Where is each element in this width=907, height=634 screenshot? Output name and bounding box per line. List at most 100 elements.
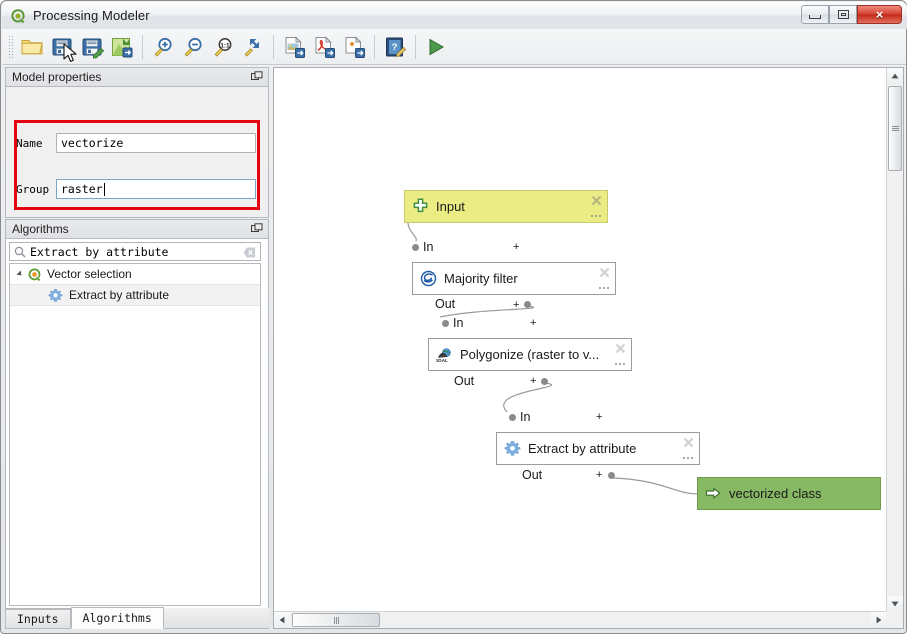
- scroll-grip-icon: [891, 126, 899, 131]
- model-canvas[interactable]: Input In + Majority filter Out + In + DA…: [274, 68, 887, 612]
- zoom-full-button[interactable]: [238, 32, 268, 62]
- port-out-expander-polygonize[interactable]: +: [530, 376, 536, 387]
- menu-dots-icon[interactable]: [682, 456, 694, 460]
- model-node-extract-by-attribute[interactable]: Extract by attribute: [496, 432, 700, 465]
- port-in-label: In: [520, 410, 531, 424]
- model-node-extract-by-attribute-label: Extract by attribute: [528, 441, 637, 456]
- toolbar-drag-handle[interactable]: [8, 34, 14, 59]
- port-in-expander-extract-by-attribute[interactable]: +: [596, 412, 602, 423]
- model-node-majority-filter-label: Majority filter: [444, 271, 518, 286]
- output-arrow-icon: [705, 485, 722, 502]
- zoom-full-icon: [244, 38, 259, 57]
- help-button[interactable]: ?: [380, 32, 410, 62]
- close-icon[interactable]: [683, 437, 694, 448]
- close-icon[interactable]: [591, 195, 602, 206]
- export-image-button[interactable]: [279, 32, 309, 62]
- model-group-row: Group raster: [16, 179, 256, 199]
- algorithms-panel-header: Algorithms: [5, 219, 269, 238]
- algorithms-tree[interactable]: Vector selection Extract by attribute: [9, 263, 261, 606]
- maximize-button[interactable]: [829, 5, 857, 24]
- qgis-provider-icon: [27, 267, 42, 282]
- model-node-majority-filter[interactable]: Majority filter: [412, 262, 616, 295]
- save-model-button[interactable]: [47, 32, 77, 62]
- zoom-out-icon: [184, 37, 202, 57]
- toolbar-separator-1: [142, 34, 143, 59]
- model-group-input[interactable]: raster: [56, 179, 256, 199]
- clear-icon[interactable]: [243, 246, 256, 262]
- port-out-expander-majority-filter[interactable]: +: [513, 300, 519, 311]
- menu-dots-icon[interactable]: [614, 362, 626, 366]
- save-icon: [52, 38, 72, 55]
- scroll-down-arrow[interactable]: [887, 596, 903, 612]
- export-pdf-button[interactable]: [309, 32, 339, 62]
- edit-model-help-button[interactable]: [107, 32, 137, 62]
- save-model-as-button[interactable]: [77, 32, 107, 62]
- plus-icon: +: [513, 299, 520, 311]
- port-out-label: Out: [454, 374, 475, 388]
- tree-item-extract-by-attribute[interactable]: Extract by attribute: [10, 284, 260, 306]
- vertical-scrollbar[interactable]: [886, 68, 903, 612]
- help-book-icon: ?: [386, 37, 407, 57]
- horizontal-scrollbar[interactable]: [274, 611, 887, 628]
- port-out-extract-by-attribute[interactable]: Out: [522, 468, 542, 482]
- port-out-majority-filter[interactable]: Out: [435, 297, 455, 311]
- horizontal-scroll-thumb[interactable]: [292, 613, 380, 627]
- undock-icon[interactable]: [251, 71, 263, 83]
- model-node-vectorized-class-label: vectorized class: [729, 486, 822, 501]
- port-dot-icon: [412, 243, 419, 251]
- model-node-vectorized-class[interactable]: vectorized class: [697, 477, 881, 510]
- port-dot-icon: [442, 319, 449, 327]
- run-play-icon: [429, 38, 445, 55]
- port-dot-icon: [524, 301, 531, 308]
- open-model-button[interactable]: [17, 32, 47, 62]
- model-node-input[interactable]: Input: [404, 190, 608, 223]
- close-icon[interactable]: [615, 343, 626, 354]
- menu-dots-icon[interactable]: [590, 214, 602, 218]
- minimize-glyph: [809, 14, 821, 19]
- vertical-scroll-thumb[interactable]: [888, 86, 902, 171]
- port-dot-icon: [541, 378, 548, 385]
- model-name-input[interactable]: vectorize: [56, 133, 256, 153]
- saga-icon: [420, 270, 437, 287]
- minimize-button[interactable]: [801, 5, 829, 24]
- port-out-polygonize[interactable]: Out: [454, 374, 474, 388]
- gdal-icon: GDAL: [436, 346, 453, 364]
- close-button[interactable]: ×: [857, 5, 902, 24]
- model-node-polygonize[interactable]: GDAL Polygonize (raster to v...: [428, 338, 632, 371]
- close-icon: ×: [875, 7, 884, 22]
- model-node-input-label: Input: [436, 199, 465, 214]
- gear-icon: [504, 440, 521, 457]
- export-image-icon: [112, 37, 133, 57]
- model-group-value: raster: [61, 182, 103, 196]
- triangle-down-icon[interactable]: [16, 270, 24, 278]
- folder-open-icon: [21, 39, 43, 54]
- svg-text:?: ?: [392, 42, 398, 53]
- model-name-label: Name: [16, 136, 43, 150]
- tab-inputs[interactable]: Inputs: [5, 609, 71, 629]
- port-in-expander-majority-filter[interactable]: +: [513, 242, 519, 253]
- scroll-right-arrow[interactable]: [871, 612, 887, 628]
- port-in-majority-filter[interactable]: In: [412, 240, 433, 254]
- export-svg-button[interactable]: [339, 32, 369, 62]
- zoom-actual-button[interactable]: 1:1: [208, 32, 238, 62]
- zoom-in-icon: [154, 37, 172, 57]
- scroll-grip-icon: [333, 616, 339, 624]
- port-in-polygonize[interactable]: In: [442, 316, 463, 330]
- tree-group-vector-selection[interactable]: Vector selection: [10, 264, 260, 284]
- scroll-left-arrow[interactable]: [274, 612, 290, 628]
- menu-dots-icon[interactable]: [598, 286, 610, 290]
- tab-algorithms[interactable]: Algorithms: [70, 607, 164, 629]
- zoom-out-button[interactable]: [178, 32, 208, 62]
- zoom-in-button[interactable]: [148, 32, 178, 62]
- title-bar: Processing Modeler ×: [2, 2, 907, 29]
- algorithm-search-input[interactable]: Extract by attribute: [9, 242, 261, 261]
- window-title: Processing Modeler: [33, 8, 150, 23]
- port-out-expander-extract-by-attribute[interactable]: +: [596, 470, 602, 481]
- zoom-1-1-icon: 1:1: [214, 37, 232, 57]
- scroll-up-arrow[interactable]: [887, 68, 903, 84]
- run-model-button[interactable]: [421, 32, 451, 62]
- port-in-expander-polygonize[interactable]: +: [530, 318, 536, 329]
- close-icon[interactable]: [599, 267, 610, 278]
- undock-icon[interactable]: [251, 223, 263, 235]
- port-in-extract-by-attribute[interactable]: In: [509, 410, 530, 424]
